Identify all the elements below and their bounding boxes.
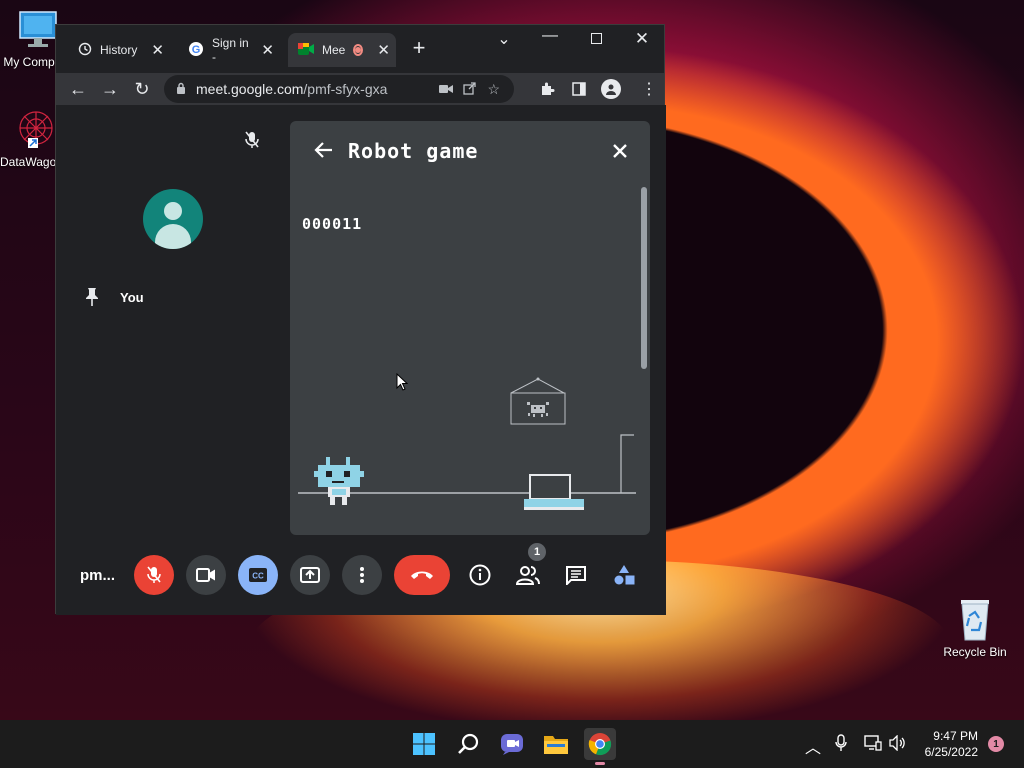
toolbar: ← → ↻ meet.google.com/pmf-sfyx-gxa ☆ ⋮	[56, 73, 664, 105]
forward-arrow-icon[interactable]: →	[94, 79, 126, 100]
captions-icon: CC	[249, 568, 267, 582]
chrome-button[interactable]	[584, 728, 616, 765]
tab-history[interactable]: History ✕	[68, 33, 174, 67]
participants-badge: 1	[528, 543, 546, 561]
camera-in-use-icon[interactable]	[439, 81, 454, 97]
people-button[interactable]: 1	[516, 543, 546, 587]
volume-icon[interactable]	[889, 734, 907, 756]
info-icon	[469, 564, 491, 586]
avatar	[143, 189, 203, 249]
tab-label: History	[100, 43, 138, 57]
more-vertical-icon	[360, 567, 364, 583]
tab-sign-in[interactable]: G Sign in - ✕	[178, 33, 284, 67]
clock[interactable]: 9:47 PM 6/25/2022	[920, 728, 978, 760]
activities-shapes-icon	[614, 565, 635, 585]
tab-search-chevron-icon[interactable]: ⌄	[484, 29, 524, 49]
hang-up-icon	[411, 571, 433, 579]
close-icon[interactable]: ✕	[151, 41, 164, 59]
teams-chat-button[interactable]	[496, 728, 528, 760]
tab-label: Sign in -	[212, 36, 249, 64]
network-icon[interactable]	[864, 735, 882, 756]
new-tab-button[interactable]: +	[399, 35, 439, 61]
tab-meet[interactable]: Mee ✕	[288, 33, 396, 67]
maximize-button[interactable]	[576, 31, 616, 49]
desktop-icon-label: Recycle Bin	[943, 645, 1007, 659]
tab-label: Mee	[322, 43, 346, 57]
camera-button[interactable]	[186, 555, 226, 595]
start-button[interactable]	[408, 728, 440, 760]
show-hidden-icons-chevron-icon[interactable]: ︿	[805, 734, 821, 758]
address-bar[interactable]: meet.google.com/pmf-sfyx-gxa ☆	[164, 75, 514, 103]
folder-icon	[544, 736, 568, 754]
back-arrow-icon[interactable]: ←	[62, 79, 94, 100]
svg-text:G: G	[192, 44, 201, 56]
participant-name: You	[120, 290, 144, 305]
captions-button[interactable]: CC	[238, 555, 278, 595]
robot-game-panel: Robot game 000011	[290, 121, 650, 535]
minimize-button[interactable]: —	[530, 27, 570, 45]
profile-avatar-icon[interactable]	[601, 73, 621, 105]
recycle-bin-icon	[961, 600, 989, 641]
tab-strip: History ✕ G Sign in - ✕ Mee ✕ + ⌄ — ✕	[56, 25, 664, 73]
clock-time: 9:47 PM	[933, 729, 978, 743]
desktop-icon-label: DataWago	[0, 155, 56, 169]
microphone-off-button[interactable]	[134, 555, 174, 595]
meet-icon	[298, 42, 314, 59]
close-window-button[interactable]: ✕	[622, 29, 662, 49]
lock-icon	[176, 81, 186, 97]
datawago-icon	[19, 111, 53, 148]
mouse-cursor-icon	[396, 372, 409, 396]
monitor-icon	[19, 11, 57, 47]
file-explorer-button[interactable]	[540, 728, 572, 760]
meeting-details-button[interactable]	[468, 563, 492, 587]
meet-content: You Robot game 000011 pm... CC 1	[56, 105, 666, 615]
url-path: /pmf-sfyx-gxa	[303, 81, 388, 97]
svg-text:CC: CC	[252, 572, 264, 581]
chat-button[interactable]	[564, 563, 588, 587]
search-icon	[458, 733, 479, 754]
extensions-icon[interactable]	[539, 73, 555, 105]
url-host: meet.google.com	[196, 81, 304, 97]
crab-picture-icon	[510, 377, 566, 425]
close-icon[interactable]: ✕	[377, 41, 390, 59]
side-panel-icon[interactable]	[572, 73, 586, 105]
activities-button[interactable]	[612, 563, 636, 587]
desktop-icon-recycle-bin[interactable]: Recycle Bin	[939, 596, 1011, 659]
browser-window: History ✕ G Sign in - ✕ Mee ✕ + ⌄ — ✕ ← …	[55, 24, 666, 615]
close-icon[interactable]: ✕	[261, 41, 274, 59]
share-icon[interactable]	[463, 81, 477, 98]
teams-chat-icon	[501, 734, 523, 755]
desktop-icon-label: My Comp	[3, 55, 55, 69]
present-screen-button[interactable]	[290, 555, 330, 595]
post-obstacle	[620, 434, 634, 493]
notification-badge[interactable]: 1	[988, 736, 1004, 752]
people-icon	[516, 566, 540, 585]
search-button[interactable]	[452, 728, 484, 760]
clock-date: 6/25/2022	[924, 745, 978, 759]
present-icon	[300, 567, 320, 583]
chrome-icon	[588, 733, 612, 756]
bookmark-star-icon[interactable]: ☆	[487, 81, 500, 98]
taskbar: ︿ 9:47 PM 6/25/2022 1	[0, 720, 1024, 768]
microphone-tray-icon[interactable]	[835, 734, 847, 757]
more-options-button[interactable]	[342, 555, 382, 595]
game-canvas[interactable]	[290, 121, 650, 535]
running-indicator	[595, 762, 605, 765]
pin-icon[interactable]	[84, 287, 100, 312]
meeting-code[interactable]: pm...	[80, 567, 115, 584]
end-call-button[interactable]	[394, 555, 450, 595]
recording-icon	[353, 44, 364, 56]
meeting-controls: pm... CC 1	[56, 535, 666, 615]
windows-start-icon	[413, 733, 435, 755]
reload-icon[interactable]: ↻	[126, 79, 158, 100]
mic-off-icon	[147, 566, 161, 583]
muted-mic-icon	[244, 131, 260, 154]
google-icon: G	[188, 41, 204, 60]
menu-kebab-icon[interactable]: ⋮	[641, 73, 657, 105]
camera-icon	[196, 568, 215, 582]
history-icon	[78, 42, 92, 59]
robot-character-icon	[314, 457, 364, 505]
chat-icon	[566, 566, 586, 585]
